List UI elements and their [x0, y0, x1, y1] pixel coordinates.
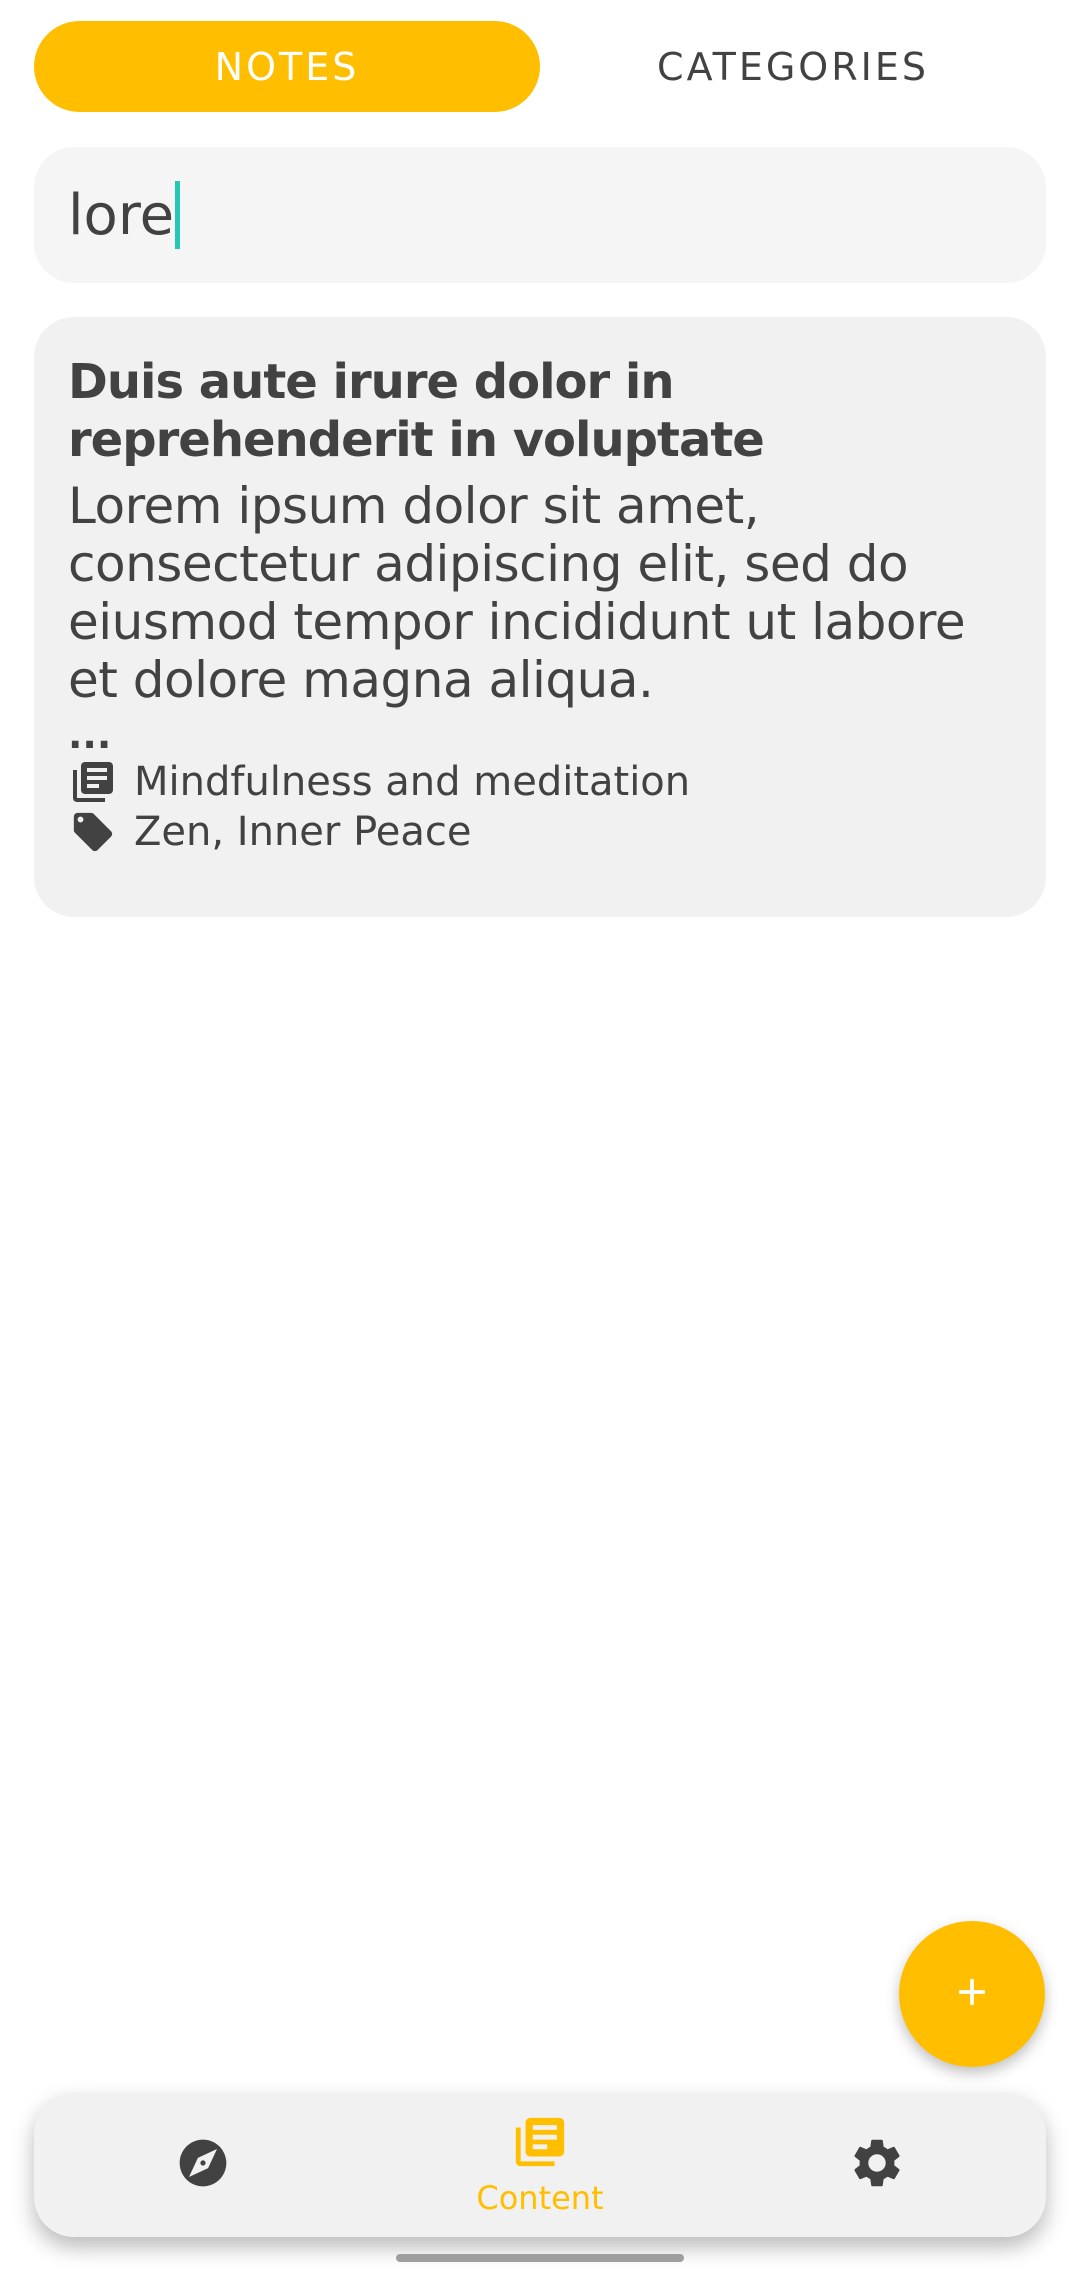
note-body: Lorem ipsum dolor sit amet, consectetur …: [68, 477, 966, 709]
note-title: Duis aute irure dolor in reprehenderit i…: [68, 354, 765, 468]
home-indicator[interactable]: [396, 2254, 684, 2262]
plus-icon: [950, 1970, 994, 2018]
tab-categories[interactable]: CATEGORIES: [540, 21, 1046, 112]
gear-icon: [848, 2134, 906, 2196]
bottom-navigation: Content: [34, 2093, 1046, 2237]
library-books-icon: [68, 757, 118, 807]
nav-item-explore[interactable]: [34, 2093, 371, 2237]
nav-item-content-label: Content: [476, 2179, 604, 2217]
search-input-value: lore: [68, 182, 175, 248]
nav-item-settings[interactable]: [709, 2093, 1046, 2237]
compass-icon: [175, 2135, 231, 2195]
nav-item-content[interactable]: Content: [371, 2093, 708, 2237]
note-category-row: Mindfulness and meditation: [68, 757, 1016, 807]
note-category: Mindfulness and meditation: [134, 759, 691, 805]
add-note-button[interactable]: [899, 1921, 1045, 2067]
text-caret: [175, 181, 181, 249]
note-card[interactable]: Duis aute irure dolor in reprehenderit i…: [34, 317, 1046, 917]
tab-notes[interactable]: NOTES: [34, 21, 540, 112]
library-books-icon: [511, 2113, 569, 2175]
top-tab-bar: NOTES CATEGORIES: [34, 21, 1046, 112]
note-tags-row: Zen, Inner Peace: [68, 807, 1016, 857]
tag-icon: [68, 807, 118, 857]
note-ellipsis: ...: [68, 713, 112, 757]
search-input[interactable]: lore: [34, 147, 1046, 283]
note-tags: Zen, Inner Peace: [134, 809, 472, 855]
